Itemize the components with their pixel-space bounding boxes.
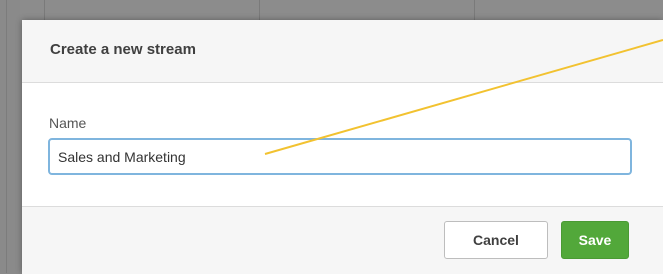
create-stream-dialog: Create a new stream Name Cancel Save	[22, 20, 663, 274]
dialog-body: Name	[22, 83, 663, 206]
dialog-header: Create a new stream	[22, 20, 663, 83]
backdrop-divider	[259, 0, 260, 20]
backdrop-divider	[474, 0, 475, 20]
name-label: Name	[49, 115, 87, 131]
backdrop-divider	[44, 0, 45, 20]
backdrop-divider	[6, 0, 7, 273]
save-button[interactable]: Save	[561, 221, 629, 259]
dialog-footer: Cancel Save	[22, 206, 663, 274]
stream-name-input[interactable]	[48, 138, 632, 175]
cancel-button[interactable]: Cancel	[444, 221, 548, 259]
backdrop-left-strip	[0, 0, 20, 273]
dialog-title: Create a new stream	[50, 41, 196, 58]
